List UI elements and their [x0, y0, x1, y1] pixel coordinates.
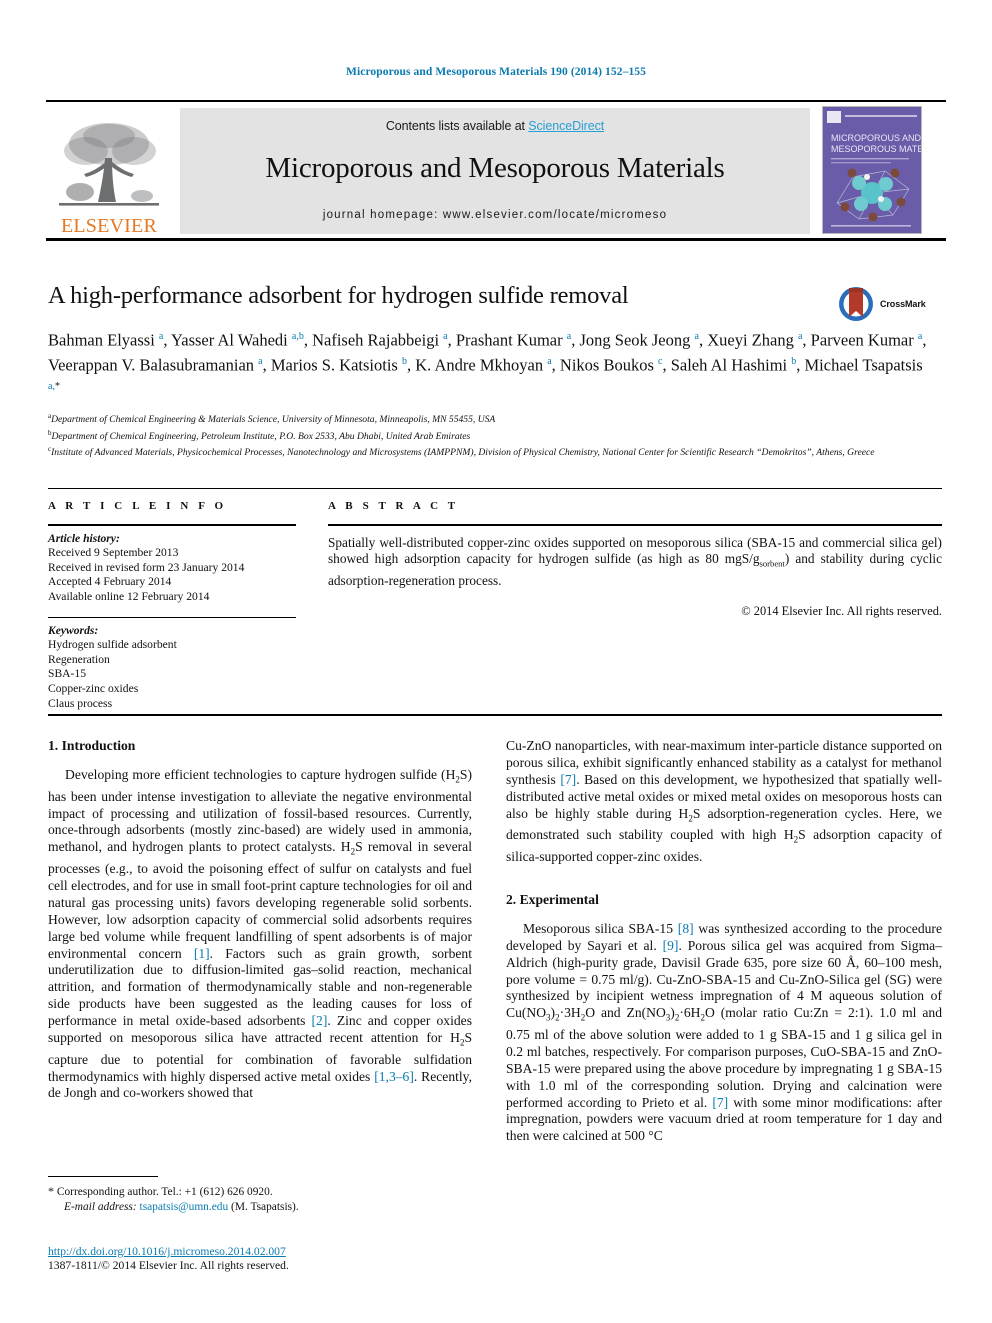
contents-prefix: Contents lists available at: [385, 119, 529, 133]
history-item: Received 9 September 2013: [48, 546, 179, 560]
svg-text:MICROPOROUS AND: MICROPOROUS AND: [831, 133, 922, 143]
journal-title: Microporous and Mesoporous Materials: [265, 152, 725, 184]
article-info-divider: [48, 524, 296, 526]
keyword-item: Hydrogen sulfide adsorbent: [48, 638, 177, 652]
issn-copyright: 1387-1811/© 2014 Elsevier Inc. All right…: [48, 1259, 289, 1273]
contents-line: Contents lists available at ScienceDirec…: [180, 108, 810, 133]
page-title: A high-performance adsorbent for hydroge…: [48, 282, 629, 309]
history-item: Received in revised form 23 January 2014: [48, 560, 245, 574]
affiliation-item: bDepartment of Chemical Engineering, Pet…: [48, 427, 943, 444]
introduction-paragraph-continued: Cu-ZnO nanoparticles, with near-maximum …: [506, 738, 943, 864]
keywords-divider: [48, 616, 296, 618]
info-rule-top: [48, 488, 942, 489]
article-info-heading: A R T I C L E I N F O: [48, 500, 227, 512]
keyword-item: Claus process: [48, 696, 113, 710]
elsevier-tree-icon: [59, 123, 159, 206]
running-head: Microporous and Mesoporous Materials 190…: [345, 66, 647, 78]
keywords-block: Keywords: Hydrogen sulfide adsorbent Reg…: [48, 624, 296, 712]
journal-masthead: ELSEVIER Contents lists available at Sci…: [46, 100, 946, 242]
experimental-paragraph: Mesoporous silica SBA-15 [8] was synthes…: [506, 920, 942, 1144]
affiliation-text: Institute of Advanced Materials, Physico…: [51, 447, 875, 459]
crossmark-label: CrossMark: [880, 299, 926, 309]
info-rule-bottom: [48, 714, 942, 716]
crossmark-icon: [839, 287, 873, 321]
paper-page: Microporous and Mesoporous Materials 190…: [0, 0, 992, 1323]
masthead-rule-top: [46, 100, 946, 102]
affiliation-item: aDepartment of Chemical Engineering & Ma…: [48, 410, 943, 427]
masthead-rule-bottom: [46, 238, 946, 241]
journal-cover-thumbnail: MICROPOROUS AND MESOPOROUS MATERIALS: [822, 106, 922, 234]
body-column-right: Cu-ZnO nanoparticles, with near-maximum …: [506, 738, 942, 1145]
corresponding-star: *: [48, 1184, 54, 1198]
abstract-column: A B S T R A C T Spatially well-distribut…: [328, 500, 942, 619]
footnote-rule: [48, 1176, 158, 1178]
abstract-copyright: © 2014 Elsevier Inc. All rights reserved…: [741, 603, 942, 618]
doi-block: http://dx.doi.org/10.1016/j.micromeso.20…: [48, 1245, 478, 1274]
abstract-divider: [328, 524, 942, 526]
history-item: Accepted 4 February 2014: [48, 575, 172, 589]
author-list: Bahman Elyassi a, Yasser Al Wahedi a,b, …: [48, 330, 927, 393]
email-label: E-mail address:: [64, 1201, 137, 1213]
keyword-item: Copper-zinc oxides: [48, 681, 139, 695]
body-column-left: 1. Introduction Developing more efficien…: [48, 738, 472, 1102]
affiliation-text: Department of Chemical Engineering & Mat…: [51, 414, 496, 426]
history-item: Available online 12 February 2014: [48, 589, 210, 603]
keyword-item: SBA-15: [48, 667, 87, 681]
keywords-label: Keywords:: [48, 623, 99, 637]
email-line: E-mail address: tsapatsis@umn.edu (M. Ts…: [48, 1200, 478, 1215]
elsevier-wordmark: ELSEVIER: [60, 215, 158, 237]
abstract-heading: A B S T R A C T: [328, 500, 459, 512]
keyword-item: Regeneration: [48, 652, 110, 666]
article-history-label: Article history:: [48, 531, 120, 545]
introduction-paragraph: Developing more efficient technologies t…: [48, 767, 472, 1101]
email-suffix: (M. Tsapatsis).: [231, 1201, 299, 1213]
section-heading-experimental: 2. Experimental: [506, 891, 599, 907]
affiliation-text: Department of Chemical Engineering, Petr…: [51, 430, 471, 442]
corresponding-text: Corresponding author. Tel.: +1 (612) 626…: [56, 1186, 273, 1198]
corresponding-line: * Corresponding author. Tel.: +1 (612) 6…: [48, 1184, 478, 1200]
article-history: Article history: Received 9 September 20…: [48, 532, 296, 605]
section-heading-introduction: 1. Introduction: [48, 738, 136, 753]
sciencedirect-link[interactable]: ScienceDirect: [528, 119, 604, 133]
elsevier-logo: ELSEVIER: [46, 106, 172, 236]
affiliation-item: cInstitute of Advanced Materials, Physic…: [48, 443, 943, 460]
journal-band: Contents lists available at ScienceDirec…: [180, 108, 810, 234]
abstract-text: Spatially well-distributed copper-zinc o…: [328, 534, 942, 588]
article-info-column: A R T I C L E I N F O Article history: R…: [48, 500, 296, 711]
doi-link[interactable]: http://dx.doi.org/10.1016/j.micromeso.20…: [48, 1245, 286, 1258]
affiliation-list: aDepartment of Chemical Engineering & Ma…: [48, 410, 943, 460]
journal-homepage[interactable]: journal homepage: www.elsevier.com/locat…: [180, 209, 810, 221]
corresponding-author-note: * Corresponding author. Tel.: +1 (612) 6…: [48, 1184, 478, 1215]
crossmark-badge[interactable]: CrossMark: [836, 283, 946, 331]
journal-cover-art: MICROPOROUS AND MESOPOROUS MATERIALS: [823, 107, 922, 233]
svg-text:MESOPOROUS MATERIALS: MESOPOROUS MATERIALS: [831, 144, 922, 154]
email-link[interactable]: tsapatsis@umn.edu: [140, 1201, 229, 1213]
